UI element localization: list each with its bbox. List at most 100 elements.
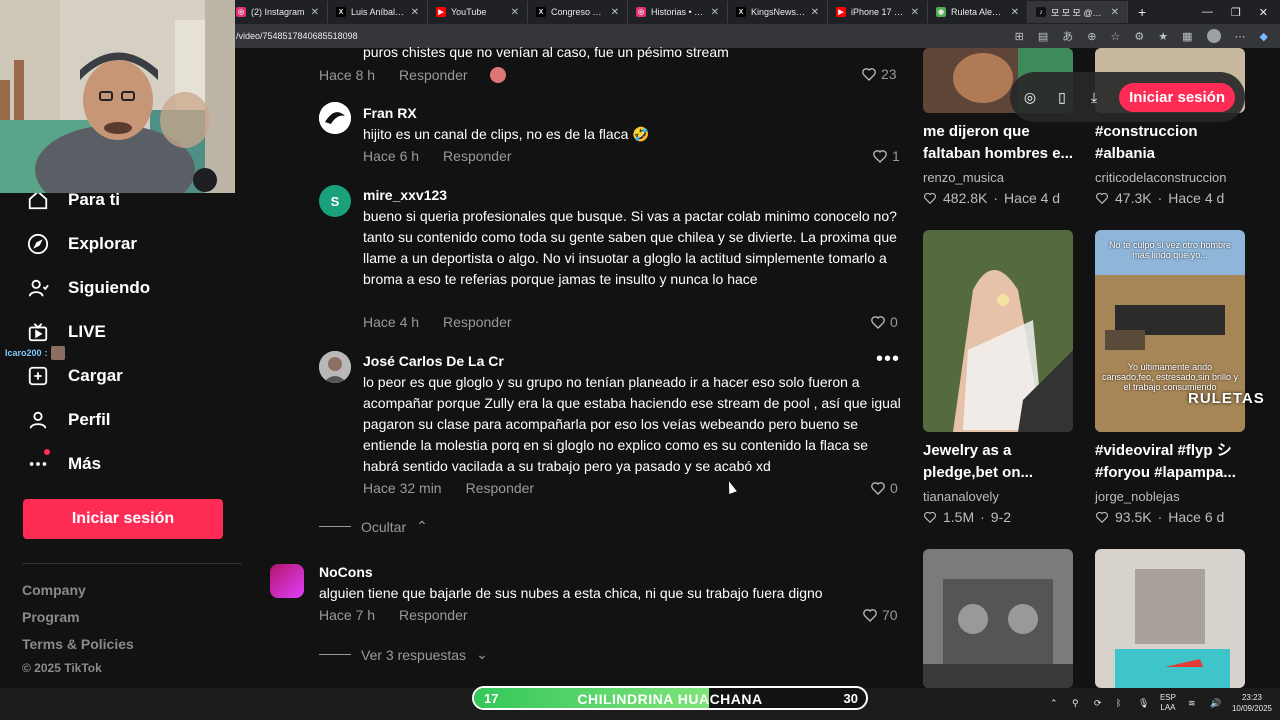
tab-close-icon[interactable]: ✕ <box>1011 7 1019 18</box>
roulette-progress-bar: 17 CHILINDRINA HUACHANA 30 <box>472 686 868 710</box>
footer-link-company[interactable]: Company <box>22 582 86 598</box>
video-author[interactable]: criticodelaconstruccion <box>1095 170 1227 185</box>
video-author[interactable]: renzo_musica <box>923 170 1004 185</box>
wifi-icon[interactable]: ≋ <box>1188 698 1198 708</box>
tab-close-icon[interactable]: ✕ <box>811 7 819 18</box>
reply-button[interactable]: Responder <box>443 148 512 164</box>
tab-close-icon[interactable]: ✕ <box>511 7 519 18</box>
video-thumbnail[interactable] <box>1095 549 1245 688</box>
browser-tab[interactable]: ▶ YouTube ✕ <box>428 1 528 23</box>
avatar[interactable]: S <box>319 185 351 217</box>
video-thumbnail[interactable] <box>923 230 1073 432</box>
nav-item-explorar[interactable]: Explorar <box>26 232 137 256</box>
browser-tab[interactable]: ◎ (2) Instagram ✕ <box>228 1 328 23</box>
login-button[interactable]: Iniciar sesión <box>23 499 223 539</box>
browser-tab[interactable]: X Congreso del Pe… ✕ <box>528 1 628 23</box>
browser-tab[interactable]: X KingsNews on X… ✕ <box>728 1 828 23</box>
video-title[interactable]: #construccion #albania <box>1095 121 1255 165</box>
extension-icon[interactable]: ⚙ <box>1134 30 1144 43</box>
like-button[interactable]: 70 <box>862 607 898 623</box>
clock[interactable]: 23:23 10/09/2025 <box>1232 692 1272 714</box>
reader-icon[interactable]: ▤ <box>1038 30 1048 43</box>
nav-item-siguiendo[interactable]: Siguiendo <box>26 276 150 300</box>
star-icon[interactable]: ☆ <box>1111 30 1121 43</box>
reply-button[interactable]: Responder <box>443 314 512 330</box>
separator: · <box>980 509 985 525</box>
like-button[interactable]: 23 <box>861 66 897 82</box>
more-options-icon[interactable]: ••• <box>876 348 900 371</box>
language-indicator[interactable]: ESP LAA <box>1160 693 1176 713</box>
close-icon[interactable]: ✕ <box>1259 6 1268 19</box>
nav-item-live[interactable]: LIVE <box>26 320 106 344</box>
comment-text: lo peor es que gloglo y su grupo no tení… <box>363 374 901 474</box>
following-icon <box>26 276 50 300</box>
comment-username[interactable]: Fran RX <box>363 105 417 121</box>
video-thumbnail[interactable] <box>923 549 1073 688</box>
autoscroll-icon[interactable]: ◎ <box>1020 87 1040 107</box>
browser-tab[interactable]: ▶ iPhone 17 Pro/P… ✕ <box>828 1 928 23</box>
like-button[interactable]: 1 <box>872 148 900 164</box>
like-button[interactable]: 0 <box>870 314 898 330</box>
browser-tab[interactable]: ◎ Historias • Insta… ✕ <box>628 1 728 23</box>
avatar[interactable] <box>319 351 351 383</box>
video-login-button[interactable]: Iniciar sesión <box>1119 82 1235 112</box>
browser-tab[interactable]: ◉ Ruleta Aleatoria ✕ <box>928 1 1028 23</box>
reply-button[interactable]: Responder <box>399 67 468 83</box>
url-field[interactable]: /video/7548517840685518098 <box>236 31 358 41</box>
heart-icon <box>1096 511 1108 524</box>
volume-icon[interactable]: 🔊 <box>1210 698 1221 708</box>
video-title[interactable]: Jewelry as a pledge,bet on... <box>923 440 1083 484</box>
reply-button[interactable]: Responder <box>466 480 535 496</box>
translate-icon[interactable]: あ <box>1062 28 1073 44</box>
video-author[interactable]: jorge_noblejas <box>1095 489 1180 504</box>
nav-item-cargar[interactable]: Cargar <box>26 364 123 388</box>
favorites-icon[interactable]: ★ <box>1158 30 1168 43</box>
sync-icon[interactable]: ⟳ <box>1094 698 1104 708</box>
chevron-up-icon[interactable]: ⌃ <box>1050 698 1060 708</box>
browser-tab[interactable]: X Luis Aníbal Rincó… ✕ <box>328 1 428 23</box>
comment-username[interactable]: José Carlos De La Cr <box>363 353 504 369</box>
window-controls: — ❐ ✕ <box>1202 6 1280 19</box>
video-title[interactable]: #videoviral #flyp シ #foryou #lapampa... <box>1095 440 1255 484</box>
nav-item-perfil[interactable]: Perfil <box>26 408 111 432</box>
tab-close-icon[interactable]: ✕ <box>411 7 419 18</box>
network-icon[interactable]: ⚲ <box>1072 698 1082 708</box>
minimize-icon[interactable]: — <box>1202 6 1213 19</box>
video-author[interactable]: tiananalovely <box>923 489 999 504</box>
menu-icon[interactable]: ⋯ <box>1235 30 1246 43</box>
collections-icon[interactable]: ▦ <box>1182 30 1192 43</box>
tab-close-icon[interactable]: ✕ <box>1111 7 1119 18</box>
new-tab-button[interactable]: + <box>1128 4 1156 20</box>
nav-item-mas[interactable]: Más <box>26 449 101 476</box>
tab-close-icon[interactable]: ✕ <box>611 7 619 18</box>
profile-avatar[interactable] <box>1206 29 1221 43</box>
tab-close-icon[interactable]: ✕ <box>911 7 919 18</box>
video-title[interactable]: me dijeron que faltaban hombres e... <box>923 121 1083 165</box>
phone-icon[interactable]: ▯ <box>1052 87 1072 107</box>
tab-close-icon[interactable]: ✕ <box>711 7 719 18</box>
browser-tab[interactable]: ♪ 모 모 모 @C… ✕ <box>1028 1 1128 23</box>
avatar[interactable] <box>270 564 304 598</box>
tab-close-icon[interactable]: ✕ <box>311 7 319 18</box>
zoom-icon[interactable]: ⊕ <box>1087 30 1096 43</box>
download-icon[interactable]: ⤓ <box>1084 87 1104 107</box>
maximize-icon[interactable]: ❐ <box>1231 6 1241 19</box>
youtube-icon: ▶ <box>836 7 846 17</box>
like-button[interactable]: 0 <box>870 480 898 496</box>
comment-meta: Hace 7 h Responder <box>319 607 468 623</box>
comments-panel: puros chistes que no venían al caso, fue… <box>258 44 908 688</box>
video-date: Hace 6 d <box>1168 509 1225 525</box>
reply-button[interactable]: Responder <box>399 607 468 623</box>
footer-link-program[interactable]: Program <box>22 609 80 625</box>
app-icon[interactable]: ⊞ <box>1015 30 1024 43</box>
copilot-icon[interactable]: ◆ <box>1260 30 1268 43</box>
hide-replies-button[interactable]: Ocultar ⌃ <box>319 518 428 535</box>
view-replies-button[interactable]: Ver 3 respuestas ⌄ <box>319 646 488 663</box>
mic-icon[interactable]: 🎙 <box>1138 698 1149 708</box>
footer-link-terms[interactable]: Terms & Policies <box>22 636 134 652</box>
comment-username[interactable]: mire_xxv123 <box>363 187 447 203</box>
comment-username[interactable]: NoCons <box>319 564 373 580</box>
bluetooth-icon[interactable]: ᛒ <box>1116 698 1126 708</box>
ruleta-icon: ◉ <box>936 7 946 17</box>
avatar[interactable] <box>319 102 351 134</box>
